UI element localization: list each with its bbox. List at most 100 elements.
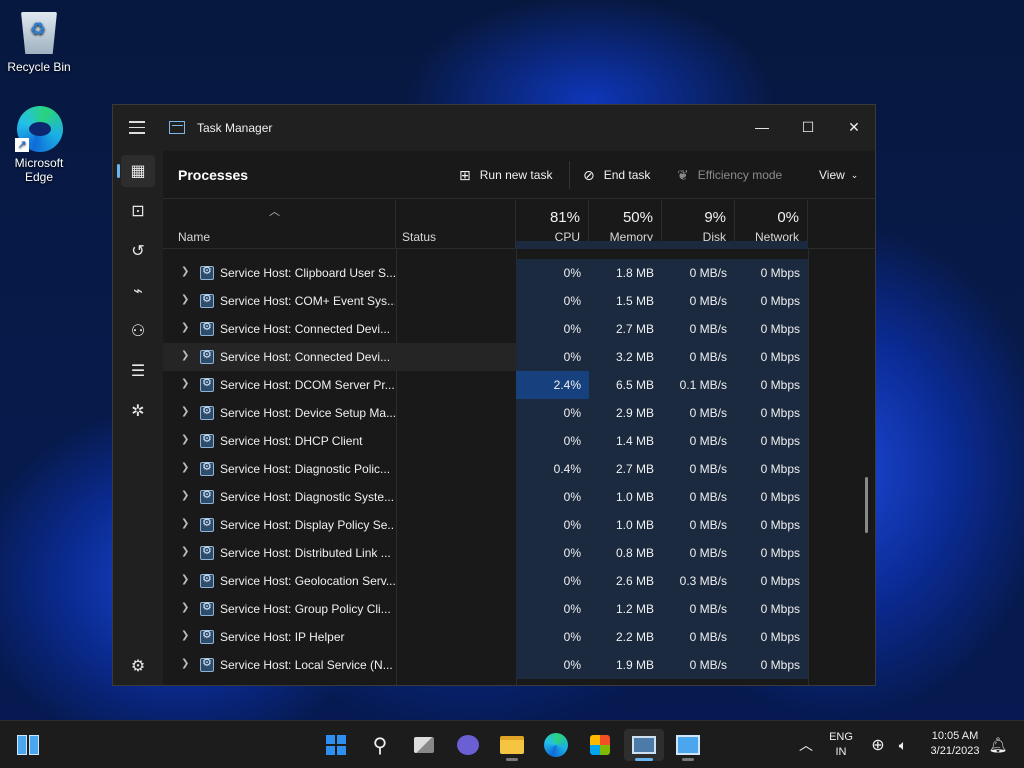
network-cell: 0 Mbps bbox=[735, 315, 808, 343]
nav-services-icon[interactable]: ✲ bbox=[121, 395, 155, 427]
service-host-icon bbox=[200, 320, 214, 336]
desktop-icon-recycle-bin[interactable]: Recycle Bin bbox=[1, 8, 77, 74]
run-new-task-button[interactable]: ⊞ Run new task bbox=[459, 161, 552, 189]
control-panel-taskbar-button[interactable] bbox=[668, 729, 708, 761]
expand-chevron-icon[interactable]: ❯ bbox=[181, 350, 189, 361]
notifications-button[interactable]: 🔔︎ bbox=[984, 729, 1012, 761]
expand-chevron-icon[interactable]: ❯ bbox=[181, 518, 189, 529]
expand-chevron-icon[interactable]: ❯ bbox=[181, 630, 189, 641]
table-row[interactable]: ❯ Service Host: Connected Devi... 0%3.2 MB… bbox=[163, 343, 808, 371]
nav-details-icon[interactable]: ☰ bbox=[121, 355, 155, 387]
table-row[interactable]: ❯ Service Host: Connected Devi... 0%2.7 MB… bbox=[163, 315, 808, 343]
title-bar[interactable]: Task Manager — ☐ ✕ bbox=[113, 105, 875, 151]
clock[interactable]: 10:05 AM 3/21/2023 bbox=[918, 729, 992, 759]
expand-chevron-icon[interactable]: ❯ bbox=[181, 322, 189, 333]
edge-taskbar-button[interactable] bbox=[536, 729, 576, 761]
task-manager-taskbar-button[interactable] bbox=[624, 729, 664, 761]
start-button[interactable] bbox=[316, 729, 356, 761]
table-row[interactable]: ❯ Service Host: Geolocation Serv... 0%2.6 … bbox=[163, 567, 808, 595]
expand-chevron-icon[interactable]: ❯ bbox=[181, 294, 189, 305]
network-cell: 0 Mbps bbox=[735, 371, 808, 399]
maximize-button[interactable]: ☐ bbox=[785, 113, 831, 141]
store-button[interactable] bbox=[580, 729, 620, 761]
disk-total-percent: 9% bbox=[704, 209, 726, 226]
process-name: Service Host: Local Service (N... bbox=[220, 658, 393, 672]
file-explorer-button[interactable] bbox=[492, 729, 532, 761]
table-row[interactable]: ❯ Service Host: Local Service (N... 0%1.9 … bbox=[163, 651, 808, 679]
memory-cell: 2.9 MB bbox=[589, 399, 662, 427]
nav-startup-apps-icon[interactable]: ⌁ bbox=[121, 275, 155, 307]
service-host-icon bbox=[200, 572, 214, 588]
chat-button[interactable] bbox=[448, 729, 488, 761]
service-host-icon bbox=[200, 460, 214, 476]
expand-chevron-icon[interactable]: ❯ bbox=[181, 406, 189, 417]
table-row[interactable]: ❯ Service Host: Clipboard User S... 0%1.8 … bbox=[163, 259, 808, 287]
show-hidden-icons-button[interactable]: ︿ bbox=[786, 729, 826, 761]
network-cell: 0 Mbps bbox=[735, 567, 808, 595]
end-task-icon: ⊘ bbox=[583, 166, 595, 183]
efficiency-mode-button[interactable]: ❦ Efficiency mode bbox=[677, 161, 782, 189]
search-button[interactable]: ⚲ bbox=[360, 729, 400, 761]
view-dropdown[interactable]: View ⌄ bbox=[819, 161, 858, 189]
navigation-rail: ▦ ⊡ ↺ ⌁ ⚇ ☰ ✲ ⚙ bbox=[113, 151, 163, 685]
widgets-button[interactable] bbox=[8, 729, 48, 761]
minimize-button[interactable]: — bbox=[739, 113, 785, 141]
table-row[interactable]: ❯ Service Host: IP Helper 0%2.2 MB0 MB/s0 … bbox=[163, 623, 808, 651]
nav-performance-icon[interactable]: ⊡ bbox=[121, 195, 155, 227]
input-language-indicator[interactable]: ENG IN bbox=[824, 730, 858, 760]
disk-cell: 0 MB/s bbox=[662, 399, 735, 427]
table-row[interactable]: ❯ Service Host: DHCP Client 0%1.4 MB0 MB/s… bbox=[163, 427, 808, 455]
task-view-icon bbox=[414, 737, 434, 753]
expand-chevron-icon[interactable]: ❯ bbox=[181, 546, 189, 557]
expand-chevron-icon[interactable]: ❯ bbox=[181, 462, 189, 473]
table-row[interactable]: ❯ Service Host: Diagnostic Polic... 0.4%2.… bbox=[163, 455, 808, 483]
desktop-icon-edge[interactable]: ↗ Microsoft Edge bbox=[1, 104, 77, 184]
disk-cell: 0 MB/s bbox=[662, 511, 735, 539]
process-name: Service Host: DHCP Client bbox=[220, 434, 363, 448]
cpu-cell: 0.4% bbox=[516, 455, 589, 483]
memory-cell: 1.9 MB bbox=[589, 651, 662, 679]
hamburger-menu-icon[interactable] bbox=[129, 121, 145, 138]
table-row-partial bbox=[163, 241, 808, 249]
network-cell: 0 Mbps bbox=[735, 623, 808, 651]
task-view-button[interactable] bbox=[404, 729, 444, 761]
disk-cell: 0 MB/s bbox=[662, 427, 735, 455]
expand-chevron-icon[interactable]: ❯ bbox=[181, 434, 189, 445]
table-row[interactable]: ❯ Service Host: COM+ Event Sys... 0%1.5 MB… bbox=[163, 287, 808, 315]
volume-button[interactable]: 🔈︎ bbox=[888, 729, 918, 761]
expand-chevron-icon[interactable]: ❯ bbox=[181, 574, 189, 585]
run-new-task-label: Run new task bbox=[479, 168, 553, 182]
desktop-icon-label: Recycle Bin bbox=[7, 60, 71, 74]
nav-users-icon[interactable]: ⚇ bbox=[121, 315, 155, 347]
table-row[interactable]: ❯ Service Host: Group Policy Cli... 0%1.2 … bbox=[163, 595, 808, 623]
expand-chevron-icon[interactable]: ❯ bbox=[181, 490, 189, 501]
control-panel-icon bbox=[676, 735, 700, 755]
close-button[interactable]: ✕ bbox=[831, 113, 877, 141]
expand-chevron-icon[interactable]: ❯ bbox=[181, 266, 189, 277]
nav-settings-icon[interactable]: ⚙ bbox=[121, 650, 155, 682]
network-cell: 0 Mbps bbox=[735, 343, 808, 371]
expand-chevron-icon[interactable]: ❯ bbox=[181, 658, 189, 669]
table-row[interactable]: ❯ Service Host: Diagnostic Syste... 0%1.0 … bbox=[163, 483, 808, 511]
network-cell: 0 Mbps bbox=[735, 259, 808, 287]
expand-chevron-icon[interactable]: ❯ bbox=[181, 602, 189, 613]
cpu-cell: 0% bbox=[516, 315, 589, 343]
efficiency-mode-label: Efficiency mode bbox=[697, 168, 783, 182]
table-row[interactable]: ❯ Service Host: Display Policy Se... 0%1.0… bbox=[163, 511, 808, 539]
table-row[interactable]: ❯ Service Host: DCOM Server Pr... 2.4%6.5 … bbox=[163, 371, 808, 399]
nav-processes-icon[interactable]: ▦ bbox=[117, 155, 155, 187]
nav-app-history-icon[interactable]: ↺ bbox=[121, 235, 155, 267]
process-name: Service Host: Display Policy Se... bbox=[220, 518, 395, 532]
cpu-cell: 0% bbox=[516, 623, 589, 651]
process-name: Service Host: Connected Devi... bbox=[220, 322, 391, 336]
memory-cell: 1.5 MB bbox=[589, 287, 662, 315]
disk-cell: 0 MB/s bbox=[662, 455, 735, 483]
run-new-task-icon: ⊞ bbox=[459, 166, 471, 183]
end-task-button[interactable]: ⊘ End task bbox=[583, 161, 650, 189]
table-row[interactable]: ❯ Service Host: Device Setup Ma... 0%2.9 M… bbox=[163, 399, 808, 427]
vertical-scrollbar-thumb[interactable] bbox=[865, 477, 868, 533]
table-row[interactable]: ❯ Service Host: Distributed Link ... 0%0.8… bbox=[163, 539, 808, 567]
process-name: Service Host: IP Helper bbox=[220, 630, 345, 644]
network-cell: 0 Mbps bbox=[735, 455, 808, 483]
expand-chevron-icon[interactable]: ❯ bbox=[181, 378, 189, 389]
